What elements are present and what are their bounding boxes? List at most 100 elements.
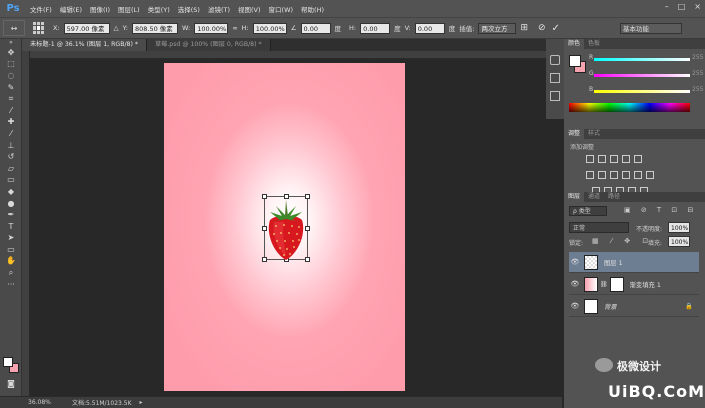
- fill-field[interactable]: 100%: [668, 236, 690, 247]
- angle-field[interactable]: 0.00: [300, 22, 331, 34]
- tool-preset-icon[interactable]: ↔: [3, 20, 25, 36]
- layer-name[interactable]: 背景: [604, 302, 617, 311]
- properties-panel-icon[interactable]: [550, 91, 560, 101]
- link-icon[interactable]: ∞: [232, 24, 237, 32]
- hue-saturation-icon[interactable]: [586, 171, 594, 179]
- clone-stamp-icon[interactable]: ⊥: [0, 140, 22, 152]
- photo-filter-icon[interactable]: [622, 171, 630, 179]
- layer-name[interactable]: 图层 1: [604, 258, 623, 267]
- menu-view[interactable]: 视图(V): [234, 4, 265, 14]
- vskew-field[interactable]: 0.00: [414, 22, 445, 34]
- color-fg-swatch[interactable]: [569, 55, 581, 67]
- opacity-field[interactable]: 100%: [668, 222, 690, 233]
- color-balance-icon[interactable]: [598, 171, 606, 179]
- color-swatches[interactable]: [3, 357, 21, 375]
- triangle-icon[interactable]: △: [114, 24, 119, 32]
- workspace-select[interactable]: 基本功能: [620, 23, 682, 34]
- zoom-level[interactable]: 36.08%: [28, 399, 58, 406]
- hskew-field[interactable]: 0.00: [360, 22, 391, 34]
- minimize-button[interactable]: –: [665, 2, 669, 11]
- type-tool-icon[interactable]: T: [0, 221, 22, 233]
- menu-layer[interactable]: 图层(L): [114, 4, 144, 14]
- visibility-eye-icon[interactable]: 👁: [569, 280, 581, 288]
- black-white-icon[interactable]: [610, 171, 618, 179]
- quick-select-tool-icon[interactable]: ✎: [0, 82, 22, 94]
- close-button[interactable]: ×: [694, 2, 701, 11]
- layer-row-gradient-fill[interactable]: 👁 ⛓ 渐变填充 1: [569, 274, 699, 295]
- vertical-ruler[interactable]: [22, 51, 30, 396]
- brightness-icon[interactable]: [586, 155, 594, 163]
- levels-icon[interactable]: [598, 155, 606, 163]
- tab-strawberry[interactable]: 草莓.psd @ 100% (图层 0, RGB/8) *: [146, 39, 271, 51]
- interpolation-select[interactable]: 两次立方: [478, 22, 517, 34]
- brush-tool-icon[interactable]: ⁄: [0, 128, 22, 140]
- menu-help[interactable]: 帮助(H): [297, 4, 328, 14]
- w-field[interactable]: 100.00%: [194, 22, 229, 34]
- menu-window[interactable]: 窗口(W): [265, 4, 298, 14]
- pen-tool-icon[interactable]: ✒: [0, 209, 22, 221]
- visibility-eye-icon[interactable]: 👁: [569, 258, 581, 266]
- quick-mask-icon[interactable]: ◙: [0, 378, 22, 390]
- marquee-tool-icon[interactable]: ⬚: [0, 59, 22, 71]
- hand-tool-icon[interactable]: ✋: [0, 256, 22, 268]
- history-brush-icon[interactable]: ↺: [0, 151, 22, 163]
- menu-file[interactable]: 文件(F): [26, 4, 56, 14]
- dodge-tool-icon[interactable]: ●: [0, 198, 22, 210]
- eyedropper-tool-icon[interactable]: ⁄: [0, 105, 22, 117]
- history-panel-icon[interactable]: [550, 55, 560, 65]
- layer-row-layer1[interactable]: 👁 图层 1: [569, 252, 699, 273]
- g-value[interactable]: 255: [692, 70, 703, 77]
- r-slider[interactable]: [594, 58, 690, 61]
- tab-swatches[interactable]: 色板: [584, 39, 604, 49]
- cancel-transform-icon[interactable]: ⊘: [538, 23, 546, 33]
- info-panel-icon[interactable]: [550, 73, 560, 83]
- healing-brush-icon[interactable]: ✚: [0, 117, 22, 129]
- path-select-icon[interactable]: ➤: [0, 233, 22, 245]
- menu-select[interactable]: 选择(S): [174, 4, 204, 14]
- menu-edit[interactable]: 编辑(E): [56, 4, 86, 14]
- blur-tool-icon[interactable]: ◆: [0, 186, 22, 198]
- blend-mode-select[interactable]: 正常: [569, 222, 629, 233]
- warp-icon[interactable]: ⊞: [520, 23, 528, 33]
- tab-layers[interactable]: 图层: [564, 192, 585, 202]
- eraser-tool-icon[interactable]: ▱: [0, 163, 22, 175]
- foreground-color-swatch[interactable]: [3, 357, 13, 367]
- visibility-eye-icon[interactable]: 👁: [569, 302, 581, 310]
- b-slider[interactable]: [594, 90, 690, 93]
- h-field[interactable]: 100.00%: [252, 22, 287, 34]
- zoom-tool-icon[interactable]: ⌕: [0, 267, 22, 279]
- layer-filter-select[interactable]: ρ 类型: [569, 206, 607, 216]
- tab-untitled[interactable]: 未标题-1 @ 36.1% (图层 1, RGB/8) *: [22, 39, 147, 51]
- channel-mixer-icon[interactable]: [634, 171, 642, 179]
- menu-image[interactable]: 图像(I): [86, 4, 114, 14]
- tab-styles[interactable]: 样式: [584, 129, 604, 139]
- gradient-tool-icon[interactable]: ▭: [0, 175, 22, 187]
- lasso-tool-icon[interactable]: ◌: [0, 70, 22, 82]
- menu-type[interactable]: 类型(Y): [144, 4, 174, 14]
- horizontal-ruler[interactable]: [30, 51, 562, 59]
- tab-adjustments[interactable]: 调整: [564, 129, 585, 139]
- g-slider[interactable]: [594, 74, 690, 77]
- tab-color[interactable]: 颜色: [564, 39, 585, 49]
- tab-paths[interactable]: 路径: [604, 192, 624, 202]
- collapse-icon[interactable]: »: [0, 39, 22, 47]
- color-spectrum-bar[interactable]: [569, 103, 690, 112]
- y-field[interactable]: 808.50 像素: [131, 22, 178, 34]
- status-arrow-icon[interactable]: ▸: [140, 399, 143, 406]
- maximize-button[interactable]: □: [678, 2, 686, 11]
- tab-channels[interactable]: 通道: [584, 192, 604, 202]
- commit-transform-icon[interactable]: ✓: [552, 23, 560, 34]
- color-lookup-icon[interactable]: [646, 171, 654, 179]
- b-value[interactable]: 255: [692, 86, 703, 93]
- x-field[interactable]: 597.00 像素: [63, 22, 110, 34]
- crop-tool-icon[interactable]: ⌗: [0, 93, 22, 105]
- reference-point-icon[interactable]: [33, 22, 45, 34]
- more-tools-icon[interactable]: ···: [0, 279, 22, 291]
- layer-name[interactable]: 渐变填充 1: [630, 280, 661, 289]
- menu-filter[interactable]: 滤镜(T): [204, 4, 234, 14]
- layer-row-background[interactable]: 👁 背景 🔒: [569, 296, 699, 317]
- curves-icon[interactable]: [610, 155, 618, 163]
- vibrance-icon[interactable]: [634, 155, 642, 163]
- r-value[interactable]: 255: [692, 54, 703, 61]
- shape-tool-icon[interactable]: ▭: [0, 244, 22, 256]
